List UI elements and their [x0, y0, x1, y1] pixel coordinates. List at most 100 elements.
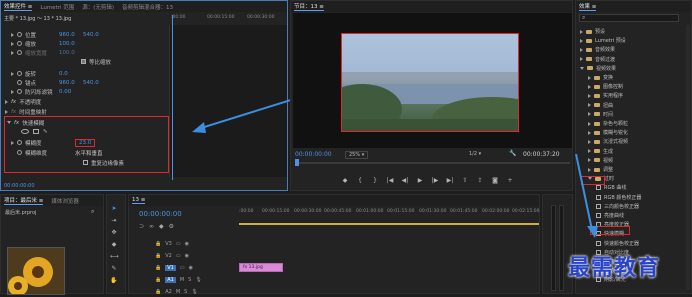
lock-icon[interactable]: 🔒 — [155, 265, 161, 271]
snap-icon[interactable]: ⊃ — [139, 223, 144, 230]
tab-source[interactable]: 源：(无剪辑) — [82, 3, 114, 11]
expand-icon[interactable] — [5, 99, 8, 104]
effects-search[interactable]: ⌕ — [579, 14, 679, 22]
mark-in-icon[interactable]: { — [356, 177, 364, 185]
rectangle-mask-icon[interactable] — [33, 129, 39, 134]
eye-icon[interactable]: ◉ — [189, 265, 193, 271]
extract-icon[interactable]: ⇪ — [476, 177, 484, 185]
track-select-icon[interactable]: ⇥ — [110, 217, 118, 225]
step-back-icon[interactable]: ◀| — [401, 177, 409, 185]
effects-item[interactable]: 沉浸式视频 — [588, 137, 628, 146]
lock-icon[interactable]: 🔒 — [155, 289, 161, 295]
tab-lumetri-scopes[interactable]: Lumetri 范围 — [40, 3, 74, 11]
slip-icon[interactable]: ⟷ — [110, 253, 119, 261]
ec-value[interactable]: 960.0 — [59, 80, 83, 86]
search-icon[interactable]: ⌕ — [91, 208, 94, 216]
ec-value[interactable]: 0.0 — [59, 71, 68, 77]
blurriness-value[interactable]: 23.0 — [75, 138, 96, 147]
checkbox-icon[interactable] — [81, 59, 86, 64]
expand-icon[interactable] — [588, 75, 591, 80]
eye-icon[interactable]: ◉ — [185, 241, 189, 247]
collapse-icon[interactable] — [7, 121, 11, 124]
effects-item[interactable]: 杂色与颗粒 — [588, 119, 628, 128]
play-icon[interactable]: ▶ — [416, 177, 424, 185]
program-fit-select[interactable]: 25% ▾ — [345, 151, 369, 159]
mic-icon[interactable]: 🎙 — [195, 277, 201, 283]
effects-item[interactable]: RGB 颜色校正器 — [596, 193, 641, 202]
expand-icon[interactable] — [11, 41, 14, 46]
stopwatch-icon[interactable] — [17, 71, 22, 76]
sync-icon[interactable]: ▭ — [180, 265, 185, 271]
timeline-clip[interactable]: fx 13.jpg — [239, 263, 283, 272]
timeline-ruler[interactable]: :00:00 00:00:15:00 00:00:30:00 00:00:45:… — [239, 209, 539, 219]
settings-icon[interactable]: ⚙ — [169, 223, 174, 230]
effects-item[interactable]: 音频效果 — [580, 45, 615, 54]
ec-value[interactable]: 960.0 — [59, 32, 83, 38]
lock-icon[interactable]: 🔒 — [155, 277, 161, 283]
mark-out-icon[interactable]: } — [371, 177, 379, 185]
solo-icon[interactable]: S — [188, 277, 191, 283]
effects-item[interactable]: 亮度曲线 — [596, 211, 624, 220]
effects-item[interactable]: 实用程序 — [588, 91, 623, 100]
stopwatch-icon[interactable] — [17, 140, 22, 145]
tab-audio-mixer[interactable]: 音频剪辑混合器：13 — [122, 3, 173, 11]
mic-icon[interactable]: 🎙 — [191, 289, 197, 295]
mute-icon[interactable]: M — [180, 277, 184, 283]
selection-tool-icon[interactable]: ➤ — [110, 205, 118, 213]
expand-icon[interactable] — [588, 139, 591, 144]
effects-item[interactable]: 音频过渡 — [580, 55, 615, 64]
collapse-icon[interactable] — [580, 66, 584, 70]
pen-mask-icon[interactable]: ✎ — [43, 129, 48, 135]
effects-item[interactable]: 视频效果 — [580, 64, 616, 73]
program-playhead[interactable] — [295, 159, 299, 166]
ec-value[interactable]: 0.00 — [59, 89, 71, 95]
sync-icon[interactable]: ▭ — [176, 241, 181, 247]
expand-icon[interactable] — [5, 109, 8, 114]
stopwatch-icon[interactable] — [17, 150, 22, 155]
export-frame-icon[interactable]: ◙ — [491, 177, 499, 185]
tab-effect-controls[interactable]: 效果控件 ≡ — [4, 2, 33, 11]
project-thumbnail[interactable] — [7, 247, 65, 295]
ec-value[interactable]: 540.0 — [83, 80, 99, 86]
hand-tool-icon[interactable]: ✋ — [110, 277, 118, 285]
timeline-timecode[interactable]: 00:00:00:00 — [139, 210, 182, 218]
solo-icon[interactable]: S — [184, 289, 187, 295]
expand-icon[interactable] — [11, 140, 14, 145]
go-to-out-icon[interactable]: ▶| — [446, 177, 454, 185]
ec-value[interactable]: 100.0 — [59, 41, 75, 47]
scrollbar[interactable] — [686, 25, 690, 290]
tab-effects[interactable]: 效果 ≡ — [579, 2, 597, 11]
lift-icon[interactable]: ⇧ — [461, 177, 469, 185]
tab-program[interactable]: 节目：13 ≡ — [294, 2, 324, 11]
eye-icon[interactable]: ◉ — [185, 253, 189, 259]
tab-sequence[interactable]: 13 ≡ — [132, 197, 146, 204]
ec-playhead[interactable] — [172, 15, 173, 180]
marker-icon[interactable]: ◆ — [341, 177, 349, 185]
effects-item[interactable]: 三向颜色校正器 — [596, 202, 639, 211]
effects-item[interactable]: 快速颜色校正器 — [596, 239, 639, 248]
program-quality-select[interactable]: 1/2 ▾ — [469, 151, 481, 157]
clip-header[interactable]: 主要 * 13.jpg ～ 13 * 13.jpg — [4, 15, 71, 22]
step-forward-icon[interactable]: |▶ — [431, 177, 439, 185]
ripple-edit-icon[interactable]: ✥ — [110, 229, 118, 237]
stopwatch-icon[interactable] — [17, 89, 22, 94]
effects-item[interactable]: 图像控制 — [588, 82, 623, 91]
expand-icon[interactable] — [580, 38, 583, 43]
expand-icon[interactable] — [11, 50, 14, 55]
expand-icon[interactable] — [588, 130, 591, 135]
effects-item[interactable]: 时间 — [588, 110, 613, 119]
effects-item[interactable]: 变换 — [588, 73, 613, 82]
go-to-in-icon[interactable]: |◀ — [386, 177, 394, 185]
effects-item[interactable]: 预设 — [580, 27, 605, 36]
lock-icon[interactable]: 🔒 — [155, 241, 161, 247]
expand-icon[interactable] — [588, 112, 591, 117]
stopwatch-icon[interactable] — [17, 80, 22, 85]
blur-dimensions-select[interactable]: 水平和垂直 — [75, 149, 103, 157]
linked-icon[interactable]: ∞ — [149, 223, 154, 230]
stopwatch-icon[interactable] — [17, 41, 22, 46]
expand-icon[interactable] — [580, 57, 583, 62]
tab-project[interactable]: 项目：最后米 ≡ — [4, 196, 44, 205]
marker-add-icon[interactable]: ◆ — [159, 223, 164, 230]
effects-item[interactable]: 模糊与锐化 — [588, 128, 628, 137]
ellipse-mask-icon[interactable] — [21, 129, 29, 134]
